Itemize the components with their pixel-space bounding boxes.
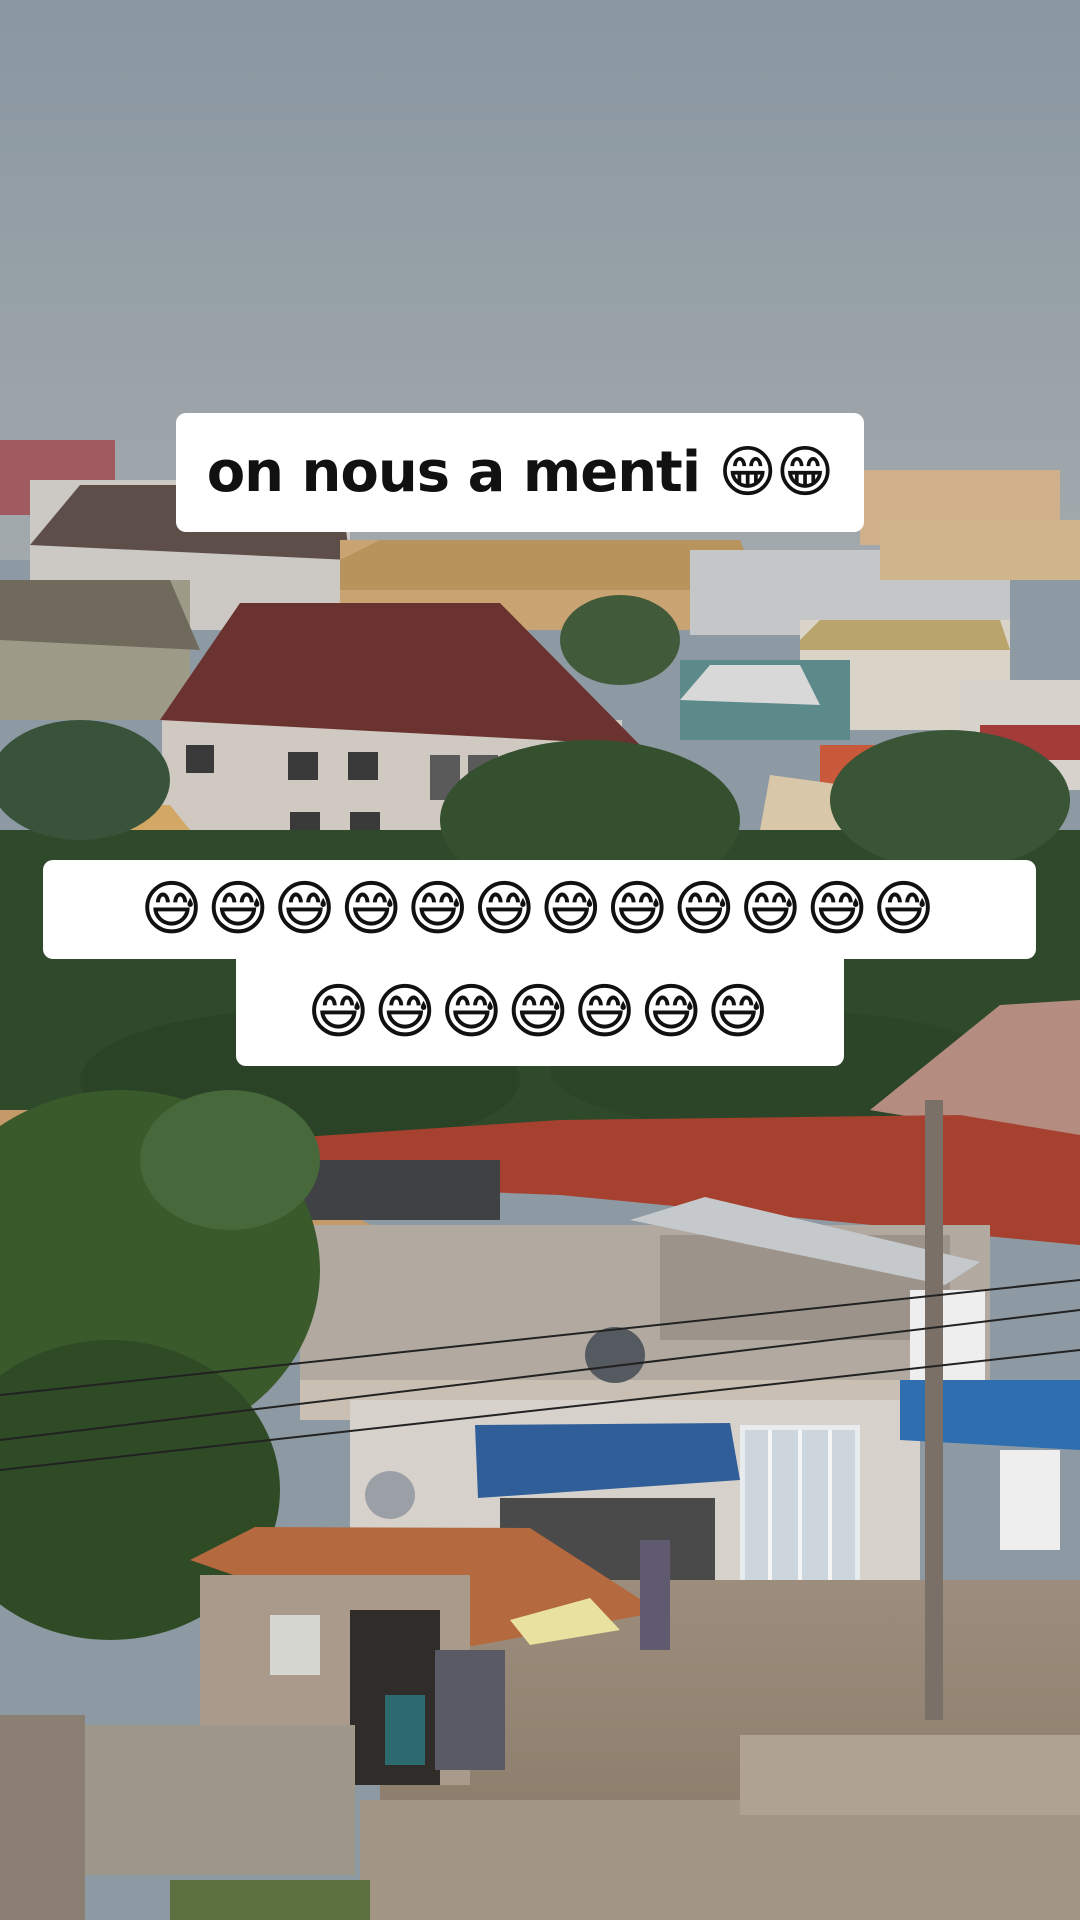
video-frame: on nous a menti 😁😁 😅😅😅😅😅😅😅😅😅😅😅😅 😅😅😅😅😅😅😅 [0, 0, 1080, 1920]
caption-line-2: 😅😅😅😅😅😅😅😅😅😅😅😅 [43, 860, 1036, 959]
caption-line-1: on nous a menti 😁😁 [176, 413, 864, 532]
caption-line-3: 😅😅😅😅😅😅😅 [236, 958, 844, 1066]
